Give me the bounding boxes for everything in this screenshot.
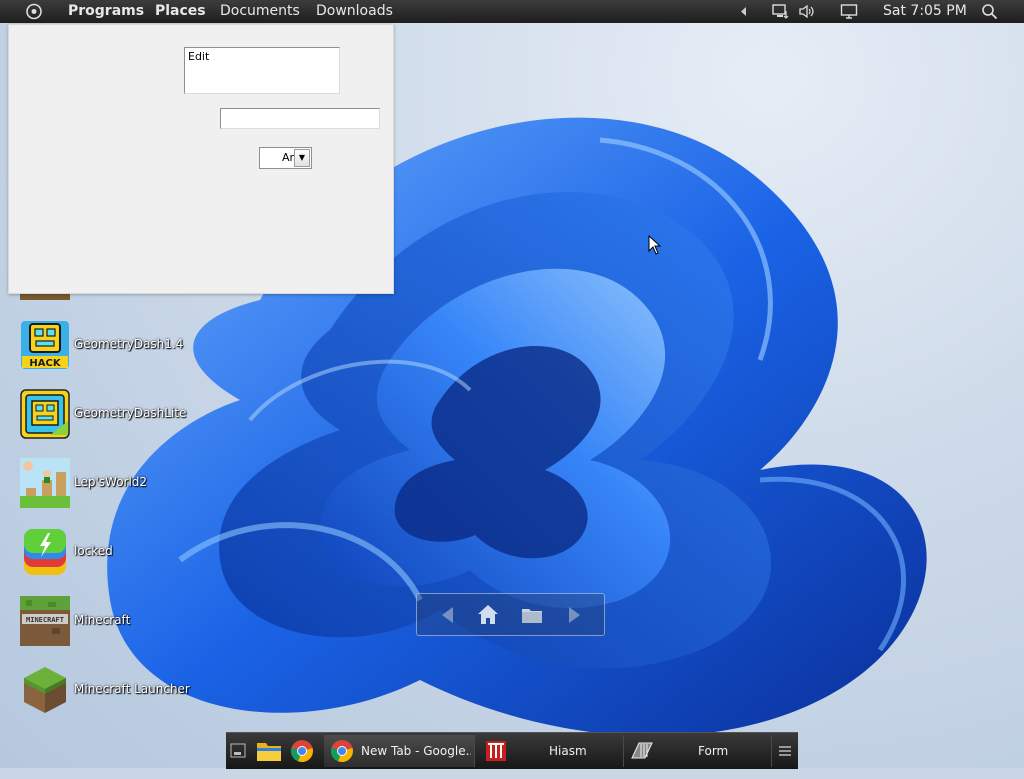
menu-programs[interactable]: Programs [68, 0, 144, 23]
form-app-icon [629, 740, 655, 765]
combo-box[interactable]: Ar ▼ [259, 147, 312, 169]
menu-documents[interactable]: Documents [220, 0, 300, 23]
top-panel: Programs Places Documents Downloads Sat … [0, 0, 1024, 23]
edit-field[interactable] [220, 108, 380, 129]
home-icon[interactable] [475, 602, 501, 628]
mouse-cursor-icon [648, 234, 662, 259]
menu-places[interactable]: Places [155, 0, 206, 23]
locked-app-icon [20, 527, 70, 577]
clock[interactable]: Sat 7:05 PM [883, 0, 967, 23]
task-label: Form [698, 744, 729, 758]
desktop-icon-label: Lep'sWorld2 [74, 475, 148, 489]
file-manager-icon[interactable] [256, 739, 282, 775]
combo-value: Ar [281, 151, 294, 164]
chrome-icon [330, 739, 354, 766]
desktop-icon-label: GeometryDashLite [74, 406, 187, 420]
display-icon[interactable] [840, 3, 858, 20]
menu-downloads[interactable]: Downloads [316, 0, 393, 23]
task-form[interactable]: Form [625, 735, 772, 767]
taskbar: New Tab - Google... Hiasm Form [226, 732, 798, 769]
taskbar-menu-icon[interactable] [778, 743, 792, 779]
desktop-icon-geometrydashlite[interactable]: GeometryDashLite [20, 389, 200, 441]
chevron-down-icon[interactable]: ▼ [294, 149, 310, 167]
desktop-icon-label: Minecraft Launcher [74, 682, 190, 696]
desktop-icon-label: GeometryDash1.4 [74, 337, 184, 351]
show-desktop-icon[interactable] [230, 742, 246, 778]
desktop-icon-label: locked [74, 544, 113, 558]
desktop-icon-minecraft[interactable]: MINECRAFT Minecraft [20, 596, 200, 648]
leps-world-icon [20, 458, 70, 508]
svg-text:MINECRAFT: MINECRAFT [26, 616, 64, 624]
minecraft-icon: MINECRAFT [20, 596, 70, 646]
task-new-tab-chrome[interactable]: New Tab - Google... [324, 735, 475, 767]
svg-text:HACK: HACK [29, 358, 61, 369]
task-label: Hiasm [549, 744, 587, 758]
collapse-arrow-icon[interactable] [738, 3, 750, 20]
hiasm-icon [485, 740, 507, 765]
desktop-icon-lepsworld2[interactable]: Lep'sWorld2 [20, 458, 200, 510]
desktop-icon-minecraft-launcher[interactable]: Minecraft Launcher [20, 665, 200, 717]
form-window: Edit Ar ▼ [8, 24, 394, 294]
network-icon[interactable] [772, 3, 790, 20]
volume-icon[interactable] [798, 3, 816, 20]
back-arrow-icon[interactable] [435, 602, 461, 628]
chrome-icon[interactable] [290, 739, 314, 775]
geometry-dash-lite-icon [20, 389, 70, 439]
desktop-icon-locked[interactable]: locked [20, 527, 200, 579]
desktop-icon-label: Minecraft [74, 613, 131, 627]
search-icon[interactable] [981, 3, 999, 20]
memo-field[interactable]: Edit [184, 47, 340, 94]
task-hiasm[interactable]: Hiasm [477, 735, 624, 767]
geometry-dash-hack-icon: HACK [20, 320, 70, 370]
menu-circle-icon[interactable] [24, 0, 44, 23]
minecraft-launcher-icon [20, 665, 70, 715]
task-label: New Tab - Google... [361, 744, 471, 758]
folder-icon[interactable] [519, 602, 545, 628]
forward-arrow-icon[interactable] [561, 602, 587, 628]
file-nav-widget [416, 593, 605, 636]
desktop-icon-geometrydash14[interactable]: HACK GeometryDash1.4 [20, 320, 200, 372]
